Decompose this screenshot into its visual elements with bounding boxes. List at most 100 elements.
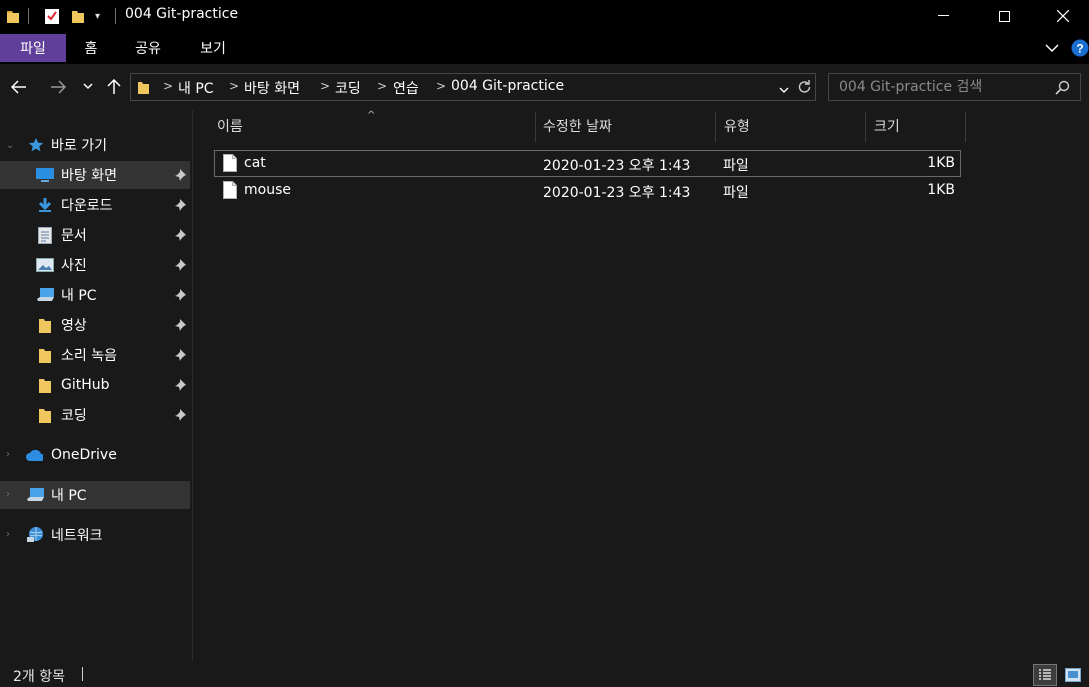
tab-home[interactable]: 홈 <box>76 34 106 62</box>
chevron-right-icon: > <box>163 79 174 93</box>
file-size: 1KB <box>927 182 955 198</box>
pin-icon <box>175 289 186 301</box>
svg-text:?: ? <box>1076 42 1083 56</box>
file-icon <box>223 154 237 176</box>
search-box[interactable] <box>828 73 1081 101</box>
breadcrumb-practice[interactable]: 연습 <box>393 78 419 98</box>
breadcrumb-coding[interactable]: 코딩 <box>335 78 361 98</box>
file-name: cat <box>244 155 266 171</box>
chevron-right-icon: > <box>377 79 388 93</box>
pin-icon <box>175 199 186 211</box>
nav-label: 바로 가기 <box>51 138 107 154</box>
details-view-button[interactable] <box>1033 664 1057 686</box>
file-type: 파일 <box>723 158 749 174</box>
nav-item-recordings[interactable]: 소리 녹음 <box>0 341 190 369</box>
file-explorer-window: ▾ 004 Git-practice 파일 홈 공유 보기 ? > 내 PC >… <box>0 0 1089 687</box>
nav-label: 네트워크 <box>51 528 103 544</box>
nav-item-github[interactable]: GitHub <box>0 371 190 399</box>
back-arrow-icon <box>11 80 26 94</box>
customize-toolbar-icon[interactable]: ▾ <box>95 7 100 25</box>
file-type: 파일 <box>723 185 749 201</box>
column-divider[interactable] <box>715 112 716 142</box>
tab-file[interactable]: 파일 <box>0 34 66 62</box>
large-icons-view-icon <box>1065 668 1081 682</box>
folder-icon <box>36 346 54 364</box>
minimize-icon <box>937 15 949 16</box>
navigation-pane: ⌄ 바로 가기 바탕 화면 다운로드 문서 사진 내 PC 영상 소리 녹음 G… <box>0 110 192 661</box>
nav-label: OneDrive <box>51 447 117 463</box>
nav-item-coding[interactable]: 코딩 <box>0 401 190 429</box>
nav-network[interactable]: › 네트워크 <box>0 521 190 549</box>
folder-icon <box>137 79 150 99</box>
chevron-right-icon: > <box>320 79 331 93</box>
nav-this-pc[interactable]: › 내 PC <box>0 481 190 509</box>
chevron-right-icon: > <box>229 79 240 93</box>
column-header-name[interactable]: 이름 <box>217 110 533 142</box>
pin-icon <box>175 259 186 271</box>
maximize-icon <box>998 10 1010 22</box>
column-divider[interactable] <box>965 112 966 142</box>
window-title: 004 Git-practice <box>125 6 239 22</box>
breadcrumb-current[interactable]: 004 Git-practice <box>451 78 564 94</box>
nav-item-downloads[interactable]: 다운로드 <box>0 191 190 219</box>
nav-onedrive[interactable]: › OneDrive <box>0 441 190 469</box>
close-button[interactable] <box>1040 0 1086 32</box>
maximize-button[interactable] <box>981 0 1027 32</box>
nav-item-documents[interactable]: 문서 <box>0 221 190 249</box>
star-icon <box>27 136 45 154</box>
nav-label: 내 PC <box>51 488 87 504</box>
address-bar[interactable]: > 내 PC > 바탕 화면 > 코딩 > 연습 > 004 Git-pract… <box>130 73 816 101</box>
chevron-right-icon[interactable]: › <box>6 449 16 460</box>
column-header-size[interactable]: 크기 <box>874 110 962 142</box>
chevron-down-icon[interactable]: ⌄ <box>6 140 16 151</box>
address-dropdown-icon[interactable] <box>779 83 789 99</box>
folder-icon <box>36 406 54 424</box>
expand-ribbon-icon[interactable] <box>1045 41 1059 57</box>
column-divider[interactable] <box>535 112 536 142</box>
search-icon[interactable] <box>1055 80 1070 99</box>
chevron-right-icon[interactable]: › <box>6 489 16 500</box>
refresh-icon[interactable] <box>797 79 812 99</box>
search-input[interactable] <box>829 74 1049 100</box>
chevron-right-icon: > <box>436 79 447 93</box>
table-row[interactable]: mouse 2020-01-23 오후 1:43 파일 1KB <box>214 177 961 204</box>
nav-label: 사진 <box>61 258 87 274</box>
recent-locations-button[interactable] <box>76 74 100 100</box>
folder-icon <box>36 316 54 334</box>
nav-label: 영상 <box>61 318 87 334</box>
nav-item-pictures[interactable]: 사진 <box>0 251 190 279</box>
onedrive-icon <box>25 446 43 464</box>
column-header-type[interactable]: 유형 <box>724 110 864 142</box>
help-icon[interactable]: ? <box>1071 39 1089 61</box>
large-icons-view-button[interactable] <box>1062 665 1084 685</box>
column-divider[interactable] <box>865 112 866 142</box>
column-header-modified[interactable]: 수정한 날짜 <box>543 110 713 142</box>
nav-quick-access[interactable]: ⌄ 바로 가기 <box>0 131 190 159</box>
tab-share[interactable]: 공유 <box>128 34 168 62</box>
picture-icon <box>36 256 54 274</box>
forward-arrow-icon <box>51 80 66 94</box>
chevron-down-icon <box>83 83 93 90</box>
forward-button[interactable] <box>46 74 70 100</box>
nav-item-desktop[interactable]: 바탕 화면 <box>0 161 190 189</box>
status-bar: 2개 항목 <box>0 661 1089 687</box>
separator <box>28 8 29 24</box>
pc-icon <box>36 286 54 304</box>
properties-icon[interactable] <box>44 7 60 25</box>
separator <box>82 667 83 681</box>
nav-item-this-pc-pinned[interactable]: 내 PC <box>0 281 190 309</box>
up-button[interactable] <box>102 74 126 100</box>
file-icon <box>223 181 237 203</box>
pc-icon <box>26 486 44 504</box>
breadcrumb-pc[interactable]: 내 PC <box>178 78 214 98</box>
details-view-icon <box>1039 669 1051 680</box>
tab-view[interactable]: 보기 <box>190 34 236 62</box>
nav-item-videos[interactable]: 영상 <box>0 311 190 339</box>
minimize-button[interactable] <box>920 0 966 32</box>
nav-label: 내 PC <box>61 288 97 304</box>
back-button[interactable] <box>7 74 31 100</box>
breadcrumb-desktop[interactable]: 바탕 화면 <box>244 78 300 98</box>
chevron-right-icon[interactable]: › <box>6 529 16 540</box>
table-row[interactable]: cat 2020-01-23 오후 1:43 파일 1KB <box>214 150 961 177</box>
new-folder-icon[interactable] <box>71 7 85 25</box>
